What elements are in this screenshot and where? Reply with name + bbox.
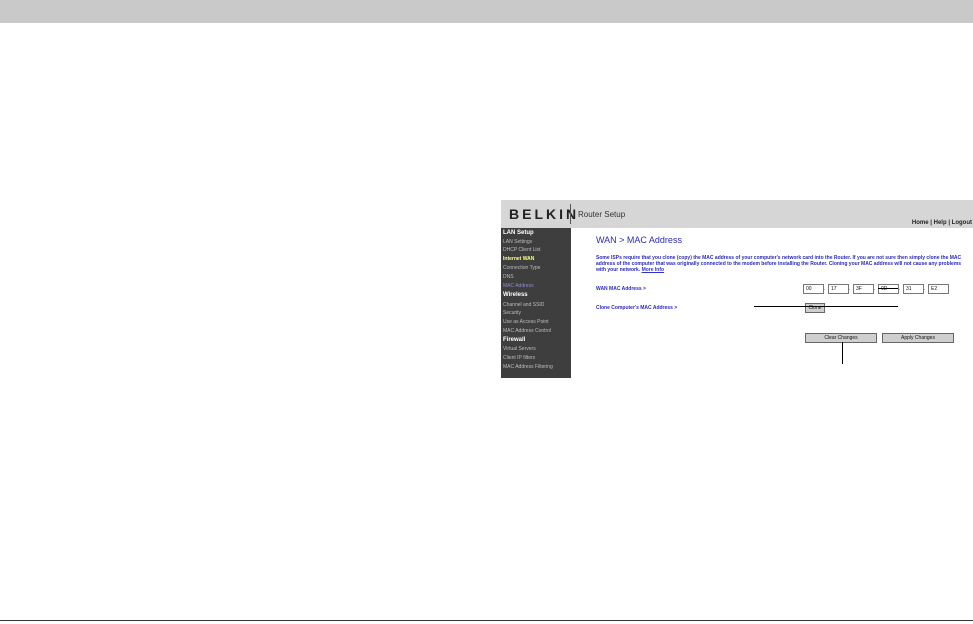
mac-separator: . bbox=[849, 286, 851, 292]
sidebar-item[interactable]: Use as Access Point bbox=[503, 319, 549, 326]
link-separator: | bbox=[930, 220, 932, 226]
mac-octet-3[interactable]: 3F bbox=[853, 284, 874, 294]
description: Some ISPs require that you clone (copy) … bbox=[596, 255, 966, 273]
callout-line-mac bbox=[878, 288, 898, 289]
clone-button[interactable]: Clone bbox=[805, 303, 825, 313]
sidebar-item[interactable]: MAC Address bbox=[503, 283, 534, 290]
mac-separator: . bbox=[874, 286, 876, 292]
sidebar: LAN Setup LAN Settings DHCP Client List Int… bbox=[501, 228, 571, 378]
mac-separator: . bbox=[924, 286, 926, 292]
sidebar-section-heading: LAN Setup bbox=[503, 230, 534, 236]
mac-octet-5[interactable]: 31 bbox=[903, 284, 924, 294]
sidebar-item[interactable]: Security bbox=[503, 310, 521, 317]
sidebar-section-heading: Firewall bbox=[503, 337, 526, 343]
home-link[interactable]: Home bbox=[912, 220, 929, 226]
sidebar-item[interactable]: DHCP Client List bbox=[503, 247, 540, 254]
logout-link[interactable]: Logout bbox=[952, 220, 972, 226]
mac-separator: . bbox=[824, 286, 826, 292]
sidebar-item[interactable]: Channel and SSID bbox=[503, 302, 544, 309]
callout-line-clone bbox=[754, 306, 898, 307]
router-header: BELKIN Router Setup Home | Help | Logout bbox=[501, 200, 973, 228]
mac-octet-1[interactable]: 00 bbox=[803, 284, 824, 294]
belkin-logo: BELKIN bbox=[509, 206, 580, 222]
router-setup-screenshot: BELKIN Router Setup Home | Help | Logout… bbox=[501, 200, 973, 378]
header-divider bbox=[570, 204, 571, 224]
sidebar-item[interactable]: MAC Address Filtering bbox=[503, 364, 553, 371]
sidebar-item[interactable]: LAN Settings bbox=[503, 239, 532, 246]
mac-separator: . bbox=[899, 286, 901, 292]
sidebar-item[interactable]: Virtual Servers bbox=[503, 346, 536, 353]
more-info-link[interactable]: More Info bbox=[642, 267, 665, 273]
page-title: WAN > MAC Address bbox=[596, 235, 682, 245]
bottom-rule bbox=[0, 620, 973, 621]
wan-mac-label: WAN MAC Address > bbox=[596, 286, 646, 292]
sidebar-item[interactable]: Internet WAN bbox=[503, 256, 534, 263]
header-links: Home | Help | Logout bbox=[912, 220, 972, 226]
sidebar-item[interactable]: Connection Type bbox=[503, 265, 540, 272]
callout-line-apply bbox=[842, 342, 843, 364]
sidebar-item[interactable]: MAC Address Control bbox=[503, 328, 551, 335]
main-content: WAN > MAC Address Some ISPs require that… bbox=[571, 228, 973, 378]
mac-octet-4[interactable]: 0D bbox=[878, 284, 899, 294]
link-separator: | bbox=[948, 220, 950, 226]
clear-changes-button[interactable]: Clear Changes bbox=[805, 333, 877, 343]
sidebar-section-heading: Wireless bbox=[503, 292, 528, 298]
app-title: Router Setup bbox=[578, 210, 626, 219]
help-link[interactable]: Help bbox=[934, 220, 947, 226]
mac-octet-6[interactable]: E2 bbox=[928, 284, 949, 294]
mac-octet-2[interactable]: 17 bbox=[828, 284, 849, 294]
apply-changes-button[interactable]: Apply Changes bbox=[882, 333, 954, 343]
sidebar-item[interactable]: DNS bbox=[503, 274, 514, 281]
clone-mac-label: Clone Computer's MAC Address > bbox=[596, 305, 678, 311]
sidebar-item[interactable]: Client IP filters bbox=[503, 355, 535, 362]
top-banner bbox=[0, 0, 973, 23]
